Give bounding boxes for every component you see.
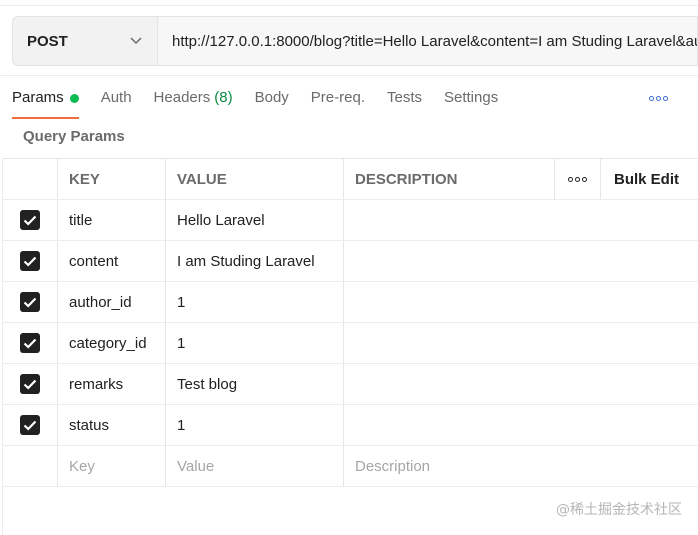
table-row: content I am Studing Laravel: [2, 241, 698, 282]
new-param-row: Key Value Description: [2, 446, 698, 487]
checkbox-cell: [2, 364, 58, 404]
table-row: status 1: [2, 405, 698, 446]
param-key[interactable]: content: [58, 241, 166, 281]
header-key: KEY: [58, 159, 166, 199]
method-select[interactable]: POST: [12, 16, 157, 66]
param-value[interactable]: Test blog: [166, 364, 344, 404]
tab-label: Tests: [386, 89, 422, 106]
checkbox-cell: [2, 446, 58, 486]
top-divider: [0, 0, 698, 6]
section-title: Query Params: [23, 128, 125, 145]
row-checkbox[interactable]: [19, 251, 40, 271]
row-checkbox[interactable]: [19, 374, 40, 394]
tab-headers[interactable]: Headers (8): [154, 85, 233, 119]
checkbox-cell: [2, 282, 58, 322]
more-icon[interactable]: [646, 88, 670, 108]
header-description: DESCRIPTION: [344, 159, 555, 199]
table-left-border: [2, 158, 3, 535]
param-value[interactable]: 1: [166, 405, 344, 445]
tab-label: Settings: [444, 89, 499, 106]
new-value-input[interactable]: Value: [166, 446, 344, 486]
param-key[interactable]: remarks: [58, 364, 166, 404]
param-description[interactable]: [344, 323, 698, 363]
param-value[interactable]: Hello Laravel: [166, 200, 344, 240]
new-description-input[interactable]: Description: [344, 446, 698, 486]
row-checkbox[interactable]: [19, 210, 40, 230]
request-tabs: Params Auth Headers (8) Body Pre-req. Te…: [12, 85, 520, 119]
url-text: http://127.0.0.1:8000/blog?title=Hello L…: [172, 32, 697, 50]
param-value[interactable]: 1: [166, 323, 344, 363]
param-value[interactable]: I am Studing Laravel: [166, 241, 344, 281]
param-description[interactable]: [344, 364, 698, 404]
row-checkbox[interactable]: [19, 415, 40, 435]
table-row: author_id 1: [2, 282, 698, 323]
table-row: category_id 1: [2, 323, 698, 364]
param-description[interactable]: [344, 241, 698, 281]
bulk-edit-button[interactable]: Bulk Edit: [601, 159, 698, 199]
param-description[interactable]: [344, 405, 698, 445]
tab-settings[interactable]: Settings: [444, 85, 498, 119]
column-options-icon[interactable]: [555, 159, 601, 199]
checkbox-cell: [2, 405, 58, 445]
tab-label: Headers: [153, 89, 211, 106]
checkbox-cell: [2, 323, 58, 363]
tab-label: Auth: [100, 89, 132, 106]
tab-tests[interactable]: Tests: [387, 85, 422, 119]
table-header: KEY VALUE DESCRIPTION Bulk Edit: [2, 159, 698, 200]
row-checkbox[interactable]: [19, 333, 40, 353]
request-bar: POST http://127.0.0.1:8000/blog?title=He…: [12, 16, 698, 66]
param-key[interactable]: status: [58, 405, 166, 445]
header-checkbox-cell: [2, 159, 58, 199]
headers-count: (8): [214, 89, 233, 106]
tab-body[interactable]: Body: [255, 85, 289, 119]
param-value[interactable]: 1: [166, 282, 344, 322]
tab-label: Body: [254, 89, 289, 106]
param-description[interactable]: [344, 200, 698, 240]
table-row: remarks Test blog: [2, 364, 698, 405]
checkbox-cell: [2, 241, 58, 281]
param-key[interactable]: title: [58, 200, 166, 240]
row-checkbox[interactable]: [19, 292, 40, 312]
tab-params[interactable]: Params: [12, 85, 79, 119]
params-table: KEY VALUE DESCRIPTION Bulk Edit title He…: [2, 158, 698, 487]
tab-auth[interactable]: Auth: [101, 85, 132, 119]
chevron-down-icon: [129, 34, 143, 48]
table-row: title Hello Laravel: [2, 200, 698, 241]
param-description[interactable]: [344, 282, 698, 322]
params-active-dot-icon: [69, 94, 79, 103]
tab-pre-request[interactable]: Pre-req.: [311, 85, 365, 119]
checkbox-cell: [2, 200, 58, 240]
method-label: POST: [27, 32, 68, 50]
tab-label: Pre-req.: [310, 89, 365, 106]
tab-label: Params: [12, 89, 64, 106]
divider: [0, 75, 698, 76]
param-key[interactable]: category_id: [58, 323, 166, 363]
watermark: @稀土掘金技术社区: [556, 502, 682, 518]
header-value: VALUE: [166, 159, 344, 199]
url-input[interactable]: http://127.0.0.1:8000/blog?title=Hello L…: [157, 16, 698, 66]
param-key[interactable]: author_id: [58, 282, 166, 322]
new-key-input[interactable]: Key: [58, 446, 166, 486]
